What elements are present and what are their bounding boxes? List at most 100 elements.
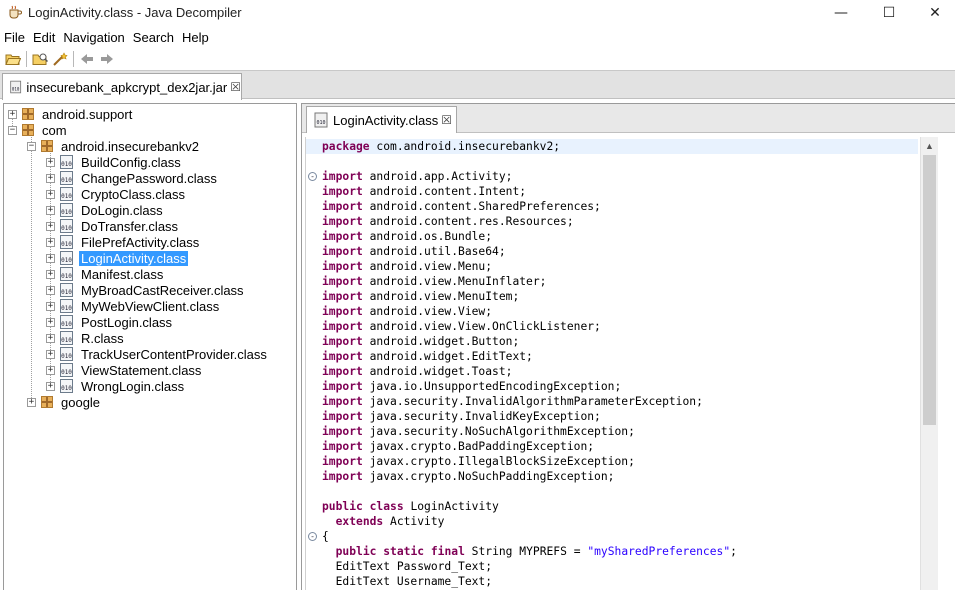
tree-node-label[interactable]: PostLogin.class [79,315,174,330]
menu-file[interactable]: File [4,30,25,45]
code-line[interactable]: import android.content.Intent; [306,184,918,199]
tree-node-label[interactable]: google [59,395,102,410]
code-line[interactable]: import android.widget.Toast; [306,364,918,379]
tree-node-label[interactable]: LoginActivity.class [79,250,189,266]
tree-node-label[interactable]: WrongLogin.class [79,379,186,394]
tree-class-node[interactable]: +010 DoLogin.class [46,202,165,218]
tree-class-node[interactable]: +010 BuildConfig.class [46,154,183,170]
menu-edit[interactable]: Edit [33,30,55,45]
code-line[interactable]: import java.security.InvalidKeyException… [306,409,918,424]
expand-icon[interactable]: + [46,349,55,359]
tree-class-node[interactable]: +010 LoginActivity.class [46,250,189,266]
code-line[interactable]: extends Activity [306,514,918,529]
menu-help[interactable]: Help [182,30,209,45]
expand-icon[interactable]: + [46,381,55,391]
code-line[interactable]: {- [306,529,918,544]
collapse-icon[interactable]: − [27,141,36,151]
scrollbar-thumb[interactable] [923,155,936,425]
expand-icon[interactable]: + [46,237,55,247]
close-tab-icon[interactable]: ☒ [230,80,241,94]
tree-class-node[interactable]: +010 FilePrefActivity.class [46,234,201,250]
expand-icon[interactable]: + [46,285,55,295]
tree-class-node[interactable]: +010 CryptoClass.class [46,186,187,202]
code-line[interactable]: EditText Password_Text; [306,559,918,574]
code-line[interactable]: import android.view.Menu; [306,259,918,274]
tree-class-node[interactable]: +010 R.class [46,330,126,346]
tree-node-label[interactable]: Manifest.class [79,267,165,282]
code-line[interactable]: import android.view.MenuItem; [306,289,918,304]
maximize-button[interactable]: ☐ [866,0,912,26]
menu-search[interactable]: Search [133,30,174,45]
open-file-button[interactable] [3,50,23,68]
tree-node-label[interactable]: BuildConfig.class [79,155,183,170]
tree-package-node[interactable]: − com [8,122,69,138]
code-line[interactable]: import java.security.InvalidAlgorithmPar… [306,394,918,409]
code-line[interactable]: import android.widget.Button; [306,334,918,349]
code-line[interactable]: EditText Username_Text; [306,574,918,589]
code-line[interactable]: import android.view.View.OnClickListener… [306,319,918,334]
close-tab-icon[interactable]: ☒ [441,113,452,127]
tree-package-node[interactable]: + google [27,394,102,410]
tree-node-label[interactable]: android.support [40,107,134,122]
code-line[interactable]: import android.app.Activity; - [306,169,918,184]
tree-node-label[interactable]: ChangePassword.class [79,171,219,186]
code-line[interactable] [306,484,918,499]
tree-node-label[interactable]: DoLogin.class [79,203,165,218]
menu-navigation[interactable]: Navigation [63,30,124,45]
fold-collapse-icon[interactable]: - [308,172,317,181]
tab-archive-jar[interactable]: 010 insecurebank_apkcrypt_dex2jar.jar ☒ [2,73,242,100]
code-line[interactable]: import javax.crypto.IllegalBlockSizeExce… [306,454,918,469]
expand-icon[interactable]: + [46,317,55,327]
vertical-scrollbar[interactable]: ▲ [920,137,938,590]
expand-icon[interactable]: + [46,205,55,215]
open-type-button[interactable] [30,50,50,68]
code-line[interactable]: import android.util.Base64; [306,244,918,259]
code-line[interactable]: import javax.crypto.NoSuchPaddingExcepti… [306,469,918,484]
tree-class-node[interactable]: +010 ChangePassword.class [46,170,219,186]
tree-package-node[interactable]: + android.support [8,106,134,122]
expand-icon[interactable]: + [46,301,55,311]
expand-icon[interactable]: + [46,157,55,167]
code-line[interactable]: import android.widget.EditText; [306,349,918,364]
code-line[interactable] [306,154,918,169]
tree-node-label[interactable]: ViewStatement.class [79,363,203,378]
tree-class-node[interactable]: +010 ViewStatement.class [46,362,203,378]
collapse-icon[interactable]: − [8,125,17,135]
expand-icon[interactable]: + [27,397,36,407]
tree-node-label[interactable]: FilePrefActivity.class [79,235,201,250]
code-line[interactable]: public static final String MYPREFS = "my… [306,544,918,559]
expand-icon[interactable]: + [46,333,55,343]
tree-package-node[interactable]: − android.insecurebankv2 [27,138,201,154]
wand-button[interactable] [50,50,70,68]
code-line[interactable]: package com.android.insecurebankv2; [306,139,918,154]
expand-icon[interactable]: + [46,221,55,231]
tree-node-label[interactable]: com [40,123,69,138]
tab-login-activity[interactable]: 010 LoginActivity.class ☒ [306,106,457,133]
close-button[interactable]: ✕ [912,0,955,26]
tree-class-node[interactable]: +010 MyWebViewClient.class [46,298,221,314]
tree-class-node[interactable]: +010 Manifest.class [46,266,165,282]
code-line[interactable]: import android.view.View; [306,304,918,319]
tree-class-node[interactable]: +010 PostLogin.class [46,314,174,330]
tree-node-label[interactable]: CryptoClass.class [79,187,187,202]
code-line[interactable]: import android.content.SharedPreferences… [306,199,918,214]
code-line[interactable]: import android.content.res.Resources; [306,214,918,229]
tree-node-label[interactable]: DoTransfer.class [79,219,180,234]
expand-icon[interactable]: + [46,189,55,199]
tree-node-label[interactable]: MyBroadCastReceiver.class [79,283,246,298]
tree-node-label[interactable]: MyWebViewClient.class [79,299,221,314]
tree-node-label[interactable]: TrackUserContentProvider.class [79,347,269,362]
expand-icon[interactable]: + [46,253,55,263]
code-line[interactable]: public class LoginActivity [306,499,918,514]
tree-class-node[interactable]: +010 MyBroadCastReceiver.class [46,282,246,298]
tree-class-node[interactable]: +010 DoTransfer.class [46,218,180,234]
tree-class-node[interactable]: +010 WrongLogin.class [46,378,186,394]
code-line[interactable]: import android.os.Bundle; [306,229,918,244]
tree-node-label[interactable]: R.class [79,331,126,346]
code-view[interactable]: package com.android.insecurebankv2; impor… [305,137,918,590]
forward-button[interactable] [97,50,117,68]
back-button[interactable] [77,50,97,68]
code-line[interactable]: import android.view.MenuInflater; [306,274,918,289]
code-line[interactable]: import javax.crypto.BadPaddingException; [306,439,918,454]
expand-icon[interactable]: + [46,269,55,279]
